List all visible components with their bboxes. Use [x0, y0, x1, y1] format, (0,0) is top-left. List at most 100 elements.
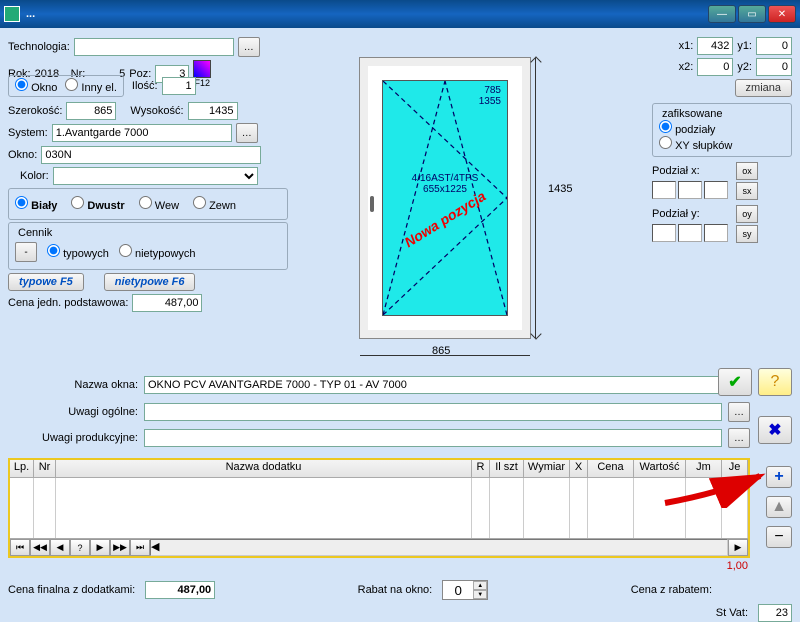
nietypowe-button[interactable]: nietypowe F6 — [104, 273, 196, 291]
rabat-up[interactable]: ▲ — [473, 581, 487, 590]
x1-input[interactable] — [697, 37, 733, 55]
window-drawing: 7851355 4/16AST/4TPS655x1225 Nowa pozycj… — [360, 58, 530, 338]
x2-input[interactable] — [697, 58, 733, 76]
ok-button[interactable]: ✔ — [718, 368, 752, 396]
technologia-label: Technologia: — [8, 41, 70, 53]
zmiana-button[interactable]: zmiana — [735, 79, 792, 97]
move-up-button[interactable]: ▲ — [766, 496, 792, 518]
cena-rabat-label: Cena z rabatem: — [631, 584, 712, 596]
ilosc-input[interactable] — [162, 77, 196, 95]
uwagi-prod-label: Uwagi produkcyjne: — [8, 432, 138, 444]
nav-last[interactable]: ⏭ — [130, 539, 150, 556]
close-button[interactable]: ✕ — [768, 5, 796, 23]
okno-input[interactable] — [41, 146, 261, 164]
col-nr[interactable]: Nr — [34, 460, 56, 477]
y1-label: y1: — [737, 40, 752, 52]
f12-label: F12 — [195, 78, 211, 88]
okno-label: Okno: — [8, 149, 37, 161]
col-je[interactable]: Je — [722, 460, 748, 477]
podzial-y-label: Podział y: — [652, 208, 700, 220]
nav-next-page[interactable]: ▶▶ — [110, 539, 130, 556]
oy-button[interactable]: oy — [736, 205, 758, 223]
col-cena[interactable]: Cena — [588, 460, 634, 477]
col-jm[interactable]: Jm — [686, 460, 722, 477]
minus-button[interactable]: - — [15, 242, 37, 262]
col-wymiar[interactable]: Wymiar — [524, 460, 570, 477]
stvat-input[interactable] — [758, 604, 792, 622]
uwagi-prod-browse-button[interactable]: … — [728, 428, 750, 448]
nav-first[interactable]: ⏮ — [10, 539, 30, 556]
sx-button[interactable]: sx — [736, 182, 758, 200]
minimize-button[interactable]: — — [708, 5, 736, 23]
radio-dwustr[interactable]: Dwustr — [71, 196, 124, 212]
table-header-row: Lp. Nr Nazwa dodatku R Il szt Wymiar X C… — [10, 460, 748, 478]
szerokosc-label: Szerokość: — [8, 105, 62, 117]
cena-jedn-input[interactable] — [132, 294, 202, 312]
rabat-spinner[interactable]: ▲▼ — [442, 580, 488, 600]
x1-label: x1: — [679, 40, 694, 52]
kolor-label: Kolor: — [20, 170, 49, 182]
stvat-label: St Vat: — [716, 607, 748, 619]
nazwa-okna-input[interactable] — [144, 376, 750, 394]
help-button[interactable]: ? — [758, 368, 792, 396]
podzial-y-inputs[interactable] — [652, 224, 728, 242]
table-navigator: ⏮ ◀◀ ◀ ? ▶ ▶▶ ⏭ ◀ ▶ — [10, 538, 748, 556]
radio-zewn[interactable]: Zewn — [193, 196, 236, 212]
uwagi-ogolne-browse-button[interactable]: … — [728, 402, 750, 422]
radio-inny[interactable]: Inny el. — [65, 78, 117, 94]
kolor-select[interactable] — [53, 167, 258, 185]
remove-row-button[interactable]: − — [766, 526, 792, 548]
radio-okno[interactable]: Okno — [15, 78, 57, 94]
szerokosc-input[interactable] — [66, 102, 116, 120]
typowe-button[interactable]: typowe F5 — [8, 273, 84, 291]
table-body[interactable] — [10, 478, 748, 538]
nav-next[interactable]: ▶ — [90, 539, 110, 556]
nav-prev-page[interactable]: ◀◀ — [30, 539, 50, 556]
sy-button[interactable]: sy — [736, 225, 758, 243]
radio-bialy[interactable]: Biały — [15, 196, 57, 212]
radio-xyslupkow[interactable]: XY słupków — [659, 140, 732, 152]
col-lp[interactable]: Lp. — [10, 460, 34, 477]
add-row-button[interactable]: + — [766, 466, 792, 488]
radio-nietypowych[interactable]: nietypowych — [119, 244, 196, 260]
system-browse-button[interactable]: … — [236, 123, 258, 143]
technologia-browse-button[interactable]: … — [238, 37, 260, 57]
col-r[interactable]: R — [472, 460, 490, 477]
table-scrollbar[interactable]: ◀ — [150, 539, 728, 556]
col-x[interactable]: X — [570, 460, 588, 477]
app-icon — [4, 6, 20, 22]
col-ilszt[interactable]: Il szt — [490, 460, 524, 477]
uwagi-ogolne-input[interactable] — [144, 403, 722, 421]
nav-question[interactable]: ? — [70, 539, 90, 556]
podzial-x-label: Podział x: — [652, 165, 700, 177]
nav-scroll-right[interactable]: ▶ — [728, 539, 748, 556]
handle-icon — [370, 196, 374, 212]
maximize-button[interactable]: ▭ — [738, 5, 766, 23]
radio-podzialy[interactable]: podziały — [659, 124, 715, 136]
row-total: 1,00 — [727, 560, 748, 572]
window-title: ... — [26, 8, 708, 20]
titlebar: ... — ▭ ✕ — [0, 0, 800, 28]
podzial-x-inputs[interactable] — [652, 181, 728, 199]
radio-typowych[interactable]: typowych — [47, 244, 109, 260]
uwagi-prod-input[interactable] — [144, 429, 722, 447]
technologia-input[interactable] — [74, 38, 234, 56]
radio-wew[interactable]: Wew — [139, 196, 179, 212]
x2-label: x2: — [679, 61, 694, 73]
f12-icon[interactable] — [193, 60, 211, 78]
col-nazwa[interactable]: Nazwa dodatku — [56, 460, 472, 477]
col-wartosc[interactable]: Wartość — [634, 460, 686, 477]
y1-input[interactable] — [756, 37, 792, 55]
addons-table: Lp. Nr Nazwa dodatku R Il szt Wymiar X C… — [8, 458, 750, 558]
rabat-down[interactable]: ▼ — [473, 590, 487, 599]
cena-jedn-label: Cena jedn. podstawowa: — [8, 297, 128, 309]
zafiksowane-title: zafiksowane — [659, 108, 726, 120]
system-input[interactable] — [52, 124, 232, 142]
ox-button[interactable]: ox — [736, 162, 758, 180]
nav-prev[interactable]: ◀ — [50, 539, 70, 556]
y2-input[interactable] — [756, 58, 792, 76]
poz-label: Poz: — [129, 68, 151, 80]
cancel-button[interactable]: ✖ — [758, 416, 792, 444]
wysokosc-input[interactable] — [188, 102, 238, 120]
cena-final-input[interactable] — [145, 581, 215, 599]
